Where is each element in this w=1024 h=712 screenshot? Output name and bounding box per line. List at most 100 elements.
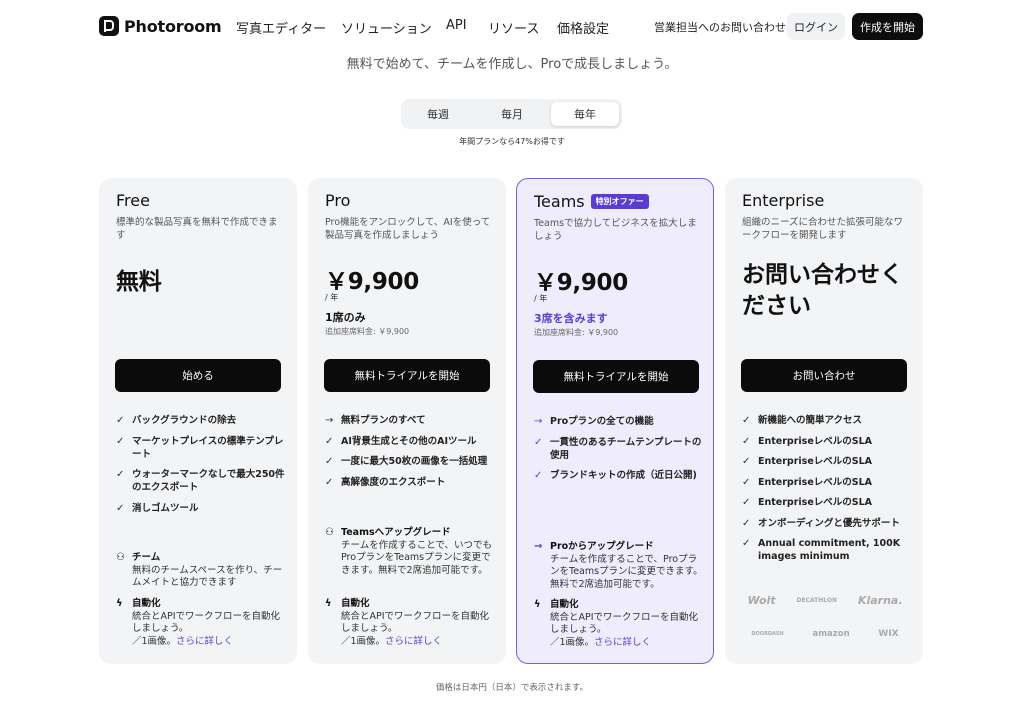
nav-pricing[interactable]: 価格設定 xyxy=(557,18,609,37)
lightning-icon: ϟ xyxy=(116,598,123,609)
get-started-button[interactable]: 始める xyxy=(115,359,281,392)
page-subtitle: 無料で始めて、チームを作成し、Proで成長しましょう。 xyxy=(346,57,678,72)
plan-card-teams: Teams 特別オファー Teamsで協力してビジネスを拡大しましょう ￥9,90… xyxy=(516,178,714,664)
automation-block: ϟ 自動化 統合とAPIでワークフローを自動化しましょう。 ／1画像。さらに詳しく xyxy=(116,598,288,648)
feature-list: ✓ バックグラウンドの除去 ✓ マーケットプレイスの標準テンプレート ✓ ウォーターマ… xyxy=(116,414,288,522)
customer-logos-row-2: DOORDASH amazon WIX xyxy=(737,629,913,639)
billing-yearly[interactable]: 毎年 xyxy=(551,102,619,126)
amazon-logo: amazon xyxy=(812,629,850,639)
top-nav: Photoroom 写真エディター ソリューション API リソース 価格設定 … xyxy=(0,0,1024,52)
learn-more-link[interactable]: さらに詳しく xyxy=(176,636,233,647)
nav-api[interactable]: API xyxy=(446,18,467,33)
start-free-trial-button[interactable]: 無料トライアルを開始 xyxy=(324,359,490,392)
feature-item: ✓ EnterpriseレベルのSLA xyxy=(742,456,873,467)
feature-item: ✓ バックグラウンドの除去 xyxy=(116,415,237,426)
price-period: / 年 xyxy=(534,294,548,303)
plan-card-enterprise: Enterprise 組織のニーズに合わせた拡張可能なワークフローを開発します … xyxy=(725,178,923,664)
login-button[interactable]: ログイン xyxy=(787,13,845,40)
extra-seat-price: 追加座席料金: ￥9,900 xyxy=(534,328,619,337)
lightning-icon: ϟ xyxy=(534,599,541,610)
learn-more-link[interactable]: さらに詳しく xyxy=(385,636,442,647)
currency-note: 価格は日本円（日本）で表示されます。 xyxy=(435,683,589,693)
check-icon: ✓ xyxy=(534,470,543,481)
check-icon: ✓ xyxy=(742,538,751,549)
billing-weekly[interactable]: 毎週 xyxy=(404,102,472,126)
klarna-logo: Klarna. xyxy=(857,594,903,607)
check-icon: ✓ xyxy=(742,517,751,529)
feature-list: → 無料プランのすべて ✓ AI背景生成とその他のAIツール ✓ 一度に最大50枚の画… xyxy=(325,414,497,496)
special-offer-badge: 特別オファー xyxy=(590,194,649,209)
annual-savings-note: 年間プランなら47%お得です xyxy=(459,137,565,146)
arrow-right-icon: → xyxy=(325,415,334,426)
nav-solutions[interactable]: ソリューション xyxy=(341,18,432,37)
check-icon: ✓ xyxy=(742,497,751,508)
users-icon: ⚇ xyxy=(325,527,334,538)
plan-description: 標準的な製品写真を無料で作成できます xyxy=(116,217,278,241)
start-creating-button[interactable]: 作成を開始 xyxy=(852,13,923,40)
nav-resources[interactable]: リソース xyxy=(488,18,539,37)
automation-title: 自動化 xyxy=(550,599,579,610)
photoroom-logo[interactable]: Photoroom xyxy=(99,16,222,36)
check-icon: ✓ xyxy=(116,502,125,514)
feature-item: ✓ ブランドキットの作成（近日公開) xyxy=(534,470,697,481)
feature-item: → Proプランの全ての機能 xyxy=(534,416,654,427)
automation-title: 自動化 xyxy=(132,598,161,609)
feature-item: ✓ EnterpriseレベルのSLA xyxy=(742,435,873,447)
seat-info: 3席を含みます xyxy=(534,312,608,325)
customer-logos-row-1: Wolt DECATHLON Klarna. xyxy=(737,594,913,607)
automation-body: 統合とAPIでワークフローを自動化しましょう。 xyxy=(132,610,281,635)
upgrade-block: ⚇ Teamsへアップグレード チームを作成することで、いつでもProプランをTe… xyxy=(325,527,497,577)
plan-description: Pro機能をアンロックして、AIを使って製品写真を作成しましょう xyxy=(325,217,491,241)
check-icon: ✓ xyxy=(742,435,751,447)
team-block: ⚇ チーム 無料のチームスペースを作り、チームメイトと協力できます xyxy=(116,552,288,590)
learn-more-link[interactable]: さらに詳しく xyxy=(594,637,651,648)
arrow-right-icon: → xyxy=(534,416,543,427)
extra-seat-price: 追加座席料金: ￥9,900 xyxy=(325,327,410,336)
plan-price: 無料 xyxy=(116,269,162,295)
automation-suffix: ／1画像。 xyxy=(550,636,595,648)
price-period: / 年 xyxy=(325,293,339,302)
contact-sales-link[interactable]: 営業担当へのお問い合わせ xyxy=(654,19,786,35)
team-body: 無料のチームスペースを作り、チームメイトと協力できます xyxy=(132,564,283,589)
wolt-logo: Wolt xyxy=(747,594,776,607)
start-free-trial-button[interactable]: 無料トライアルを開始 xyxy=(533,360,699,393)
feature-item: ✓ 一度に最大50枚の画像を一括処理 xyxy=(325,456,488,467)
seat-info: 1席のみ xyxy=(325,311,366,324)
contact-us-button[interactable]: お問い合わせ xyxy=(741,359,907,392)
feature-item: ✓ 消しゴムツール xyxy=(116,502,199,514)
feature-item: ✓ AI背景生成とその他のAIツール xyxy=(325,435,477,447)
plan-description: Teamsで協力してビジネスを拡大しましょう xyxy=(534,218,697,242)
logo-text: Photoroom xyxy=(124,16,222,36)
nav-photo-editor[interactable]: 写真エディター xyxy=(236,18,326,37)
feature-item: ✓ 高解像度のエクスポート xyxy=(325,476,446,488)
feature-item: ✓ オンボーディングと優先サポート xyxy=(742,517,900,529)
upgrade-body: チームを作成することで、いつでもProプランをTeamsプランに変更できます。無… xyxy=(341,539,493,576)
billing-monthly[interactable]: 毎月 xyxy=(478,102,546,126)
plan-name: Free xyxy=(116,191,150,210)
plan-price: ￥9,900 xyxy=(534,270,628,296)
feature-item: ✓ マーケットプレイスの標準テンプレート xyxy=(116,435,284,460)
decathlon-logo: DECATHLON xyxy=(796,597,838,604)
lightning-icon: ϟ xyxy=(325,598,332,609)
plan-name: Pro xyxy=(325,191,351,210)
arrow-right-icon: → xyxy=(534,541,543,552)
check-icon: ✓ xyxy=(742,415,751,426)
upgrade-title: Proからアップグレード xyxy=(550,541,654,552)
automation-block: ϟ 自動化 統合とAPIでワークフローを自動化しましょう。 ／1画像。さらに詳しく xyxy=(325,598,497,648)
check-icon: ✓ xyxy=(325,435,334,447)
automation-block: ϟ 自動化 統合とAPIでワークフローを自動化しましょう。 ／1画像。さらに詳しく xyxy=(534,599,706,649)
upgrade-title: Teamsへアップグレード xyxy=(341,527,451,538)
plan-price: ￥9,900 xyxy=(325,269,419,295)
upgrade-body: チームを作成することで、ProプランをTeamsプランに変更できます。無料で2席… xyxy=(550,553,703,590)
users-icon: ⚇ xyxy=(116,552,125,563)
feature-item: → 無料プランのすべて xyxy=(325,415,426,426)
team-title: チーム xyxy=(132,552,161,563)
billing-period-toggle: 毎週 毎月 毎年 xyxy=(401,99,622,129)
doordash-logo: DOORDASH xyxy=(751,631,784,637)
automation-body: 統合とAPIでワークフローを自動化しましょう。 xyxy=(341,610,490,635)
plan-card-pro: Pro Pro機能をアンロックして、AIを使って製品写真を作成しましょう ￥9,… xyxy=(308,178,506,664)
plan-price: お問い合わせください xyxy=(742,262,903,319)
feature-list: ✓ 新機能への簡単アクセス ✓ EnterpriseレベルのSLA ✓ Enterpr… xyxy=(742,414,914,571)
plan-description: 組織のニーズに合わせた拡張可能なワークフローを開発します xyxy=(742,217,904,241)
check-icon: ✓ xyxy=(742,476,751,488)
